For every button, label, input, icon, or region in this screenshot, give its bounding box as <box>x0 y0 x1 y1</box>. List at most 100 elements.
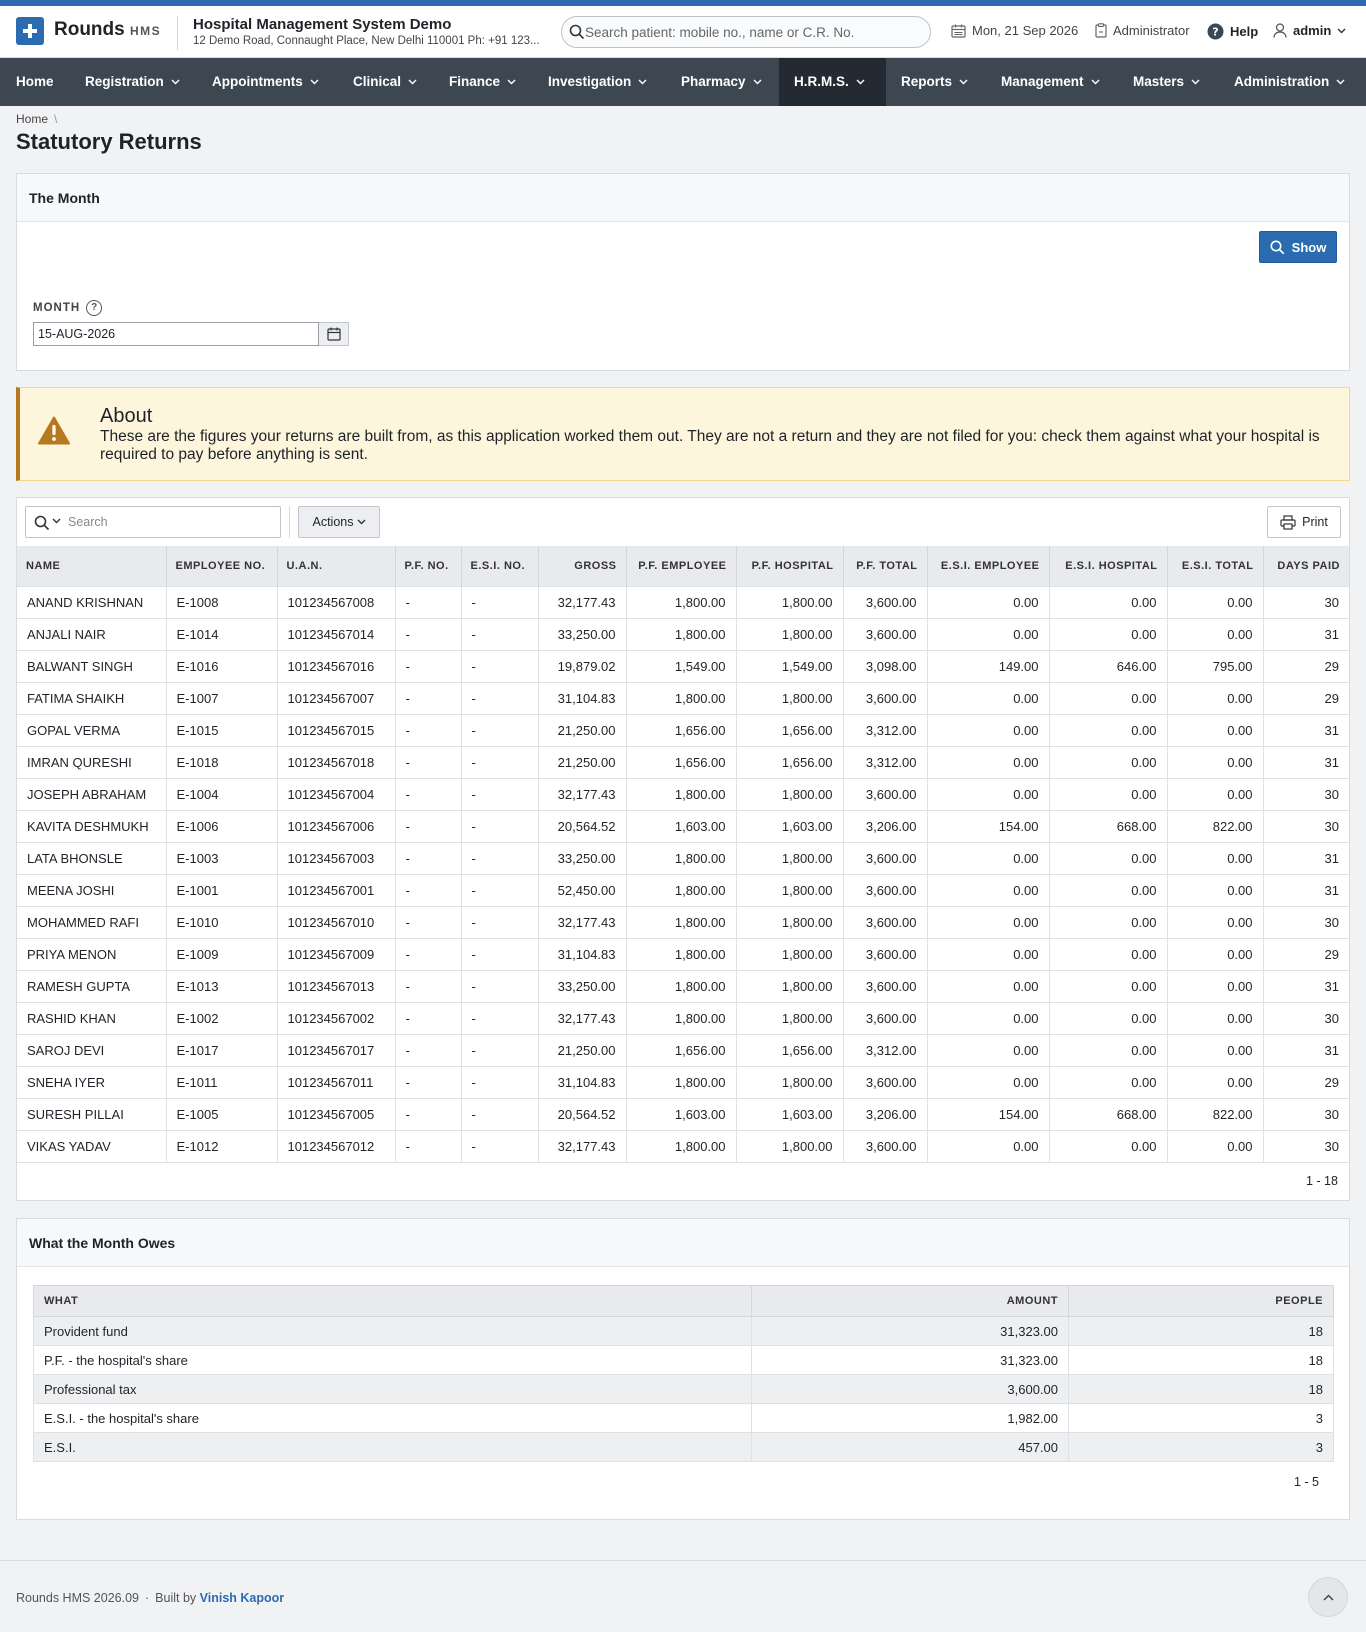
actions-button[interactable]: Actions <box>298 506 380 538</box>
column-header-esi-hospital[interactable]: E.S.I. HOSPITAL <box>1049 546 1168 586</box>
cell-esi-total: 0.00 <box>1167 969 1264 1002</box>
table-row[interactable]: ANJALI NAIR E-1014 101234567014- -33,250.00… <box>17 617 1349 650</box>
scroll-to-top-button[interactable] <box>1308 1577 1348 1617</box>
patient-search-box[interactable] <box>561 16 931 48</box>
brand-name[interactable]: Rounds <box>54 19 125 41</box>
help-icon[interactable]: ? <box>86 300 103 316</box>
cell-uan: 101234567010 <box>277 905 396 938</box>
nav-appointments[interactable]: Appointments <box>196 58 336 106</box>
nav-clinical[interactable]: Clinical <box>337 58 432 106</box>
table-row[interactable]: PRIYA MENON E-1009 101234567009- -31,104.83… <box>17 937 1349 970</box>
report-search-input[interactable] <box>68 511 268 533</box>
column-header-name[interactable]: NAME <box>17 546 167 586</box>
cell-pf-employee: 1,800.00 <box>626 1001 737 1034</box>
table-row[interactable]: MEENA JOSHI E-1001 101234567001- -52,450.00… <box>17 873 1349 906</box>
footer-author-link[interactable]: Vinish Kapoor <box>200 1591 285 1605</box>
cell-esi-employee: 0.00 <box>927 745 1050 778</box>
print-button[interactable]: Print <box>1267 506 1341 538</box>
nav-home[interactable]: Home <box>0 58 70 106</box>
column-header-pf-employee[interactable]: P.F. EMPLOYEE <box>626 546 737 586</box>
table-row[interactable]: SURESH PILLAI E-1005 101234567005- -20,564.… <box>17 1097 1349 1130</box>
cell-esi-total: 795.00 <box>1167 649 1264 682</box>
column-header-uan[interactable]: U.A.N. <box>277 546 396 586</box>
column-header-esi-employee[interactable]: E.S.I. EMPLOYEE <box>927 546 1050 586</box>
table-row[interactable]: E.S.I. 457.00 3 <box>33 1432 1334 1462</box>
nav-label: Administration <box>1234 74 1330 89</box>
cell-pf-total: 3,600.00 <box>843 1001 928 1034</box>
cell-days-paid: 31 <box>1263 745 1349 778</box>
nav-registration[interactable]: Registration <box>69 58 192 106</box>
cell-pf-hospital: 1,549.00 <box>736 649 844 682</box>
table-row[interactable]: Provident fund 31,323.00 18 <box>33 1316 1334 1346</box>
column-header-what[interactable]: WHAT <box>33 1285 752 1317</box>
column-header-employee-no[interactable]: EMPLOYEE NO. <box>166 546 278 586</box>
report-search-box[interactable] <box>25 506 281 538</box>
cell-employee-no: E-1017 <box>166 1033 278 1066</box>
cell-pf-no: - <box>395 649 462 682</box>
table-row[interactable]: LATA BHONSLE E-1003 101234567003- -33,250.0… <box>17 841 1349 874</box>
table-row[interactable]: E.S.I. - the hospital's share 1,982.00 3 <box>33 1403 1334 1433</box>
nav-administration[interactable]: Administration <box>1218 58 1366 106</box>
cell-esi-no: - <box>461 809 539 842</box>
patient-search-input[interactable] <box>585 20 915 44</box>
column-header-pf-hospital[interactable]: P.F. HOSPITAL <box>736 546 844 586</box>
cell-pf-no: - <box>395 841 462 874</box>
cell-name: FATIMA SHAIKH <box>17 681 167 714</box>
cell-esi-hospital: 0.00 <box>1049 1065 1168 1098</box>
table-row[interactable]: ANAND KRISHNAN E-1008 101234567008- -32,177… <box>17 585 1349 618</box>
table-header-row: WHAT AMOUNT PEOPLE <box>33 1285 1334 1317</box>
cell-name: GOPAL VERMA <box>17 713 167 746</box>
table-row[interactable]: MOHAMMED RAFI E-1010 101234567010- -32,177.… <box>17 905 1349 938</box>
role-selector[interactable]: Administrator <box>1095 23 1190 38</box>
column-header-days-paid[interactable]: DAYS PAID <box>1263 546 1349 586</box>
table-row[interactable]: VIKAS YADAV E-1012 101234567012- -32,177.43… <box>17 1129 1349 1163</box>
nav-reports[interactable]: Reports <box>885 58 986 106</box>
table-row[interactable]: IMRAN QURESHI E-1018 101234567018- -21,250.… <box>17 745 1349 778</box>
table-row[interactable]: RAMESH GUPTA E-1013 101234567013- -33,250.0… <box>17 969 1349 1002</box>
table-row[interactable]: BALWANT SINGH E-1016 101234567016- -19,879.… <box>17 649 1349 682</box>
cell-esi-total: 0.00 <box>1167 873 1264 906</box>
cell-pf-employee: 1,603.00 <box>626 1097 737 1130</box>
nav-management[interactable]: Management <box>985 58 1113 106</box>
table-row[interactable]: GOPAL VERMA E-1015 101234567015- -21,250.00… <box>17 713 1349 746</box>
table-row[interactable]: FATIMA SHAIKH E-1007 101234567007- -31,104.… <box>17 681 1349 714</box>
column-header-esi-total[interactable]: E.S.I. TOTAL <box>1167 546 1264 586</box>
breadcrumb: Home \ <box>16 112 57 126</box>
cell-uan: 101234567002 <box>277 1001 396 1034</box>
cell-pf-total: 3,600.00 <box>843 905 928 938</box>
nav-investigation[interactable]: Investigation <box>532 58 660 106</box>
cell-esi-employee: 154.00 <box>927 1097 1050 1130</box>
column-header-pf-total[interactable]: P.F. TOTAL <box>843 546 928 586</box>
table-row[interactable]: P.F. - the hospital's share 31,323.00 18 <box>33 1345 1334 1375</box>
column-header-gross[interactable]: GROSS <box>538 546 627 586</box>
cell-gross: 52,450.00 <box>538 873 627 906</box>
help-link[interactable]: ? Help <box>1207 23 1258 40</box>
chevron-down-icon[interactable] <box>52 518 61 524</box>
cell-esi-hospital: 0.00 <box>1049 1033 1168 1066</box>
cell-pf-employee: 1,603.00 <box>626 809 737 842</box>
user-menu[interactable]: admin <box>1273 23 1346 38</box>
nav-hrms[interactable]: H.R.M.S. <box>779 58 886 106</box>
nav-finance[interactable]: Finance <box>433 58 532 106</box>
table-row[interactable]: JOSEPH ABRAHAM E-1004 101234567004- -32,177… <box>17 777 1349 810</box>
cell-days-paid: 30 <box>1263 1129 1349 1163</box>
nav-pharmacy[interactable]: Pharmacy <box>665 58 779 106</box>
nav-masters[interactable]: Masters <box>1117 58 1218 106</box>
cell-name: IMRAN QURESHI <box>17 745 167 778</box>
column-header-amount[interactable]: AMOUNT <box>751 1285 1069 1317</box>
table-row[interactable]: Professional tax 3,600.00 18 <box>33 1374 1334 1404</box>
logo-plus-icon[interactable] <box>16 17 44 45</box>
column-header-pf-no[interactable]: P.F. NO. <box>395 546 462 586</box>
table-row[interactable]: SAROJ DEVI E-1017 101234567017- -21,250.00 1… <box>17 1033 1349 1066</box>
table-row[interactable]: SNEHA IYER E-1011 101234567011- -31,104.83 1… <box>17 1065 1349 1098</box>
show-button[interactable]: Show <box>1259 231 1337 263</box>
column-header-people[interactable]: PEOPLE <box>1068 1285 1334 1317</box>
column-header-esi-no[interactable]: E.S.I. NO. <box>461 546 539 586</box>
toolbar-divider <box>289 506 290 538</box>
table-row[interactable]: KAVITA DESHMUKH E-1006 101234567006- -20,56… <box>17 809 1349 842</box>
month-input[interactable] <box>33 322 319 346</box>
date-picker-button[interactable] <box>319 322 349 346</box>
breadcrumb-home[interactable]: Home <box>16 112 48 126</box>
cell-esi-no: - <box>461 745 539 778</box>
table-row[interactable]: RASHID KHAN E-1002 101234567002- -32,177.43… <box>17 1001 1349 1034</box>
